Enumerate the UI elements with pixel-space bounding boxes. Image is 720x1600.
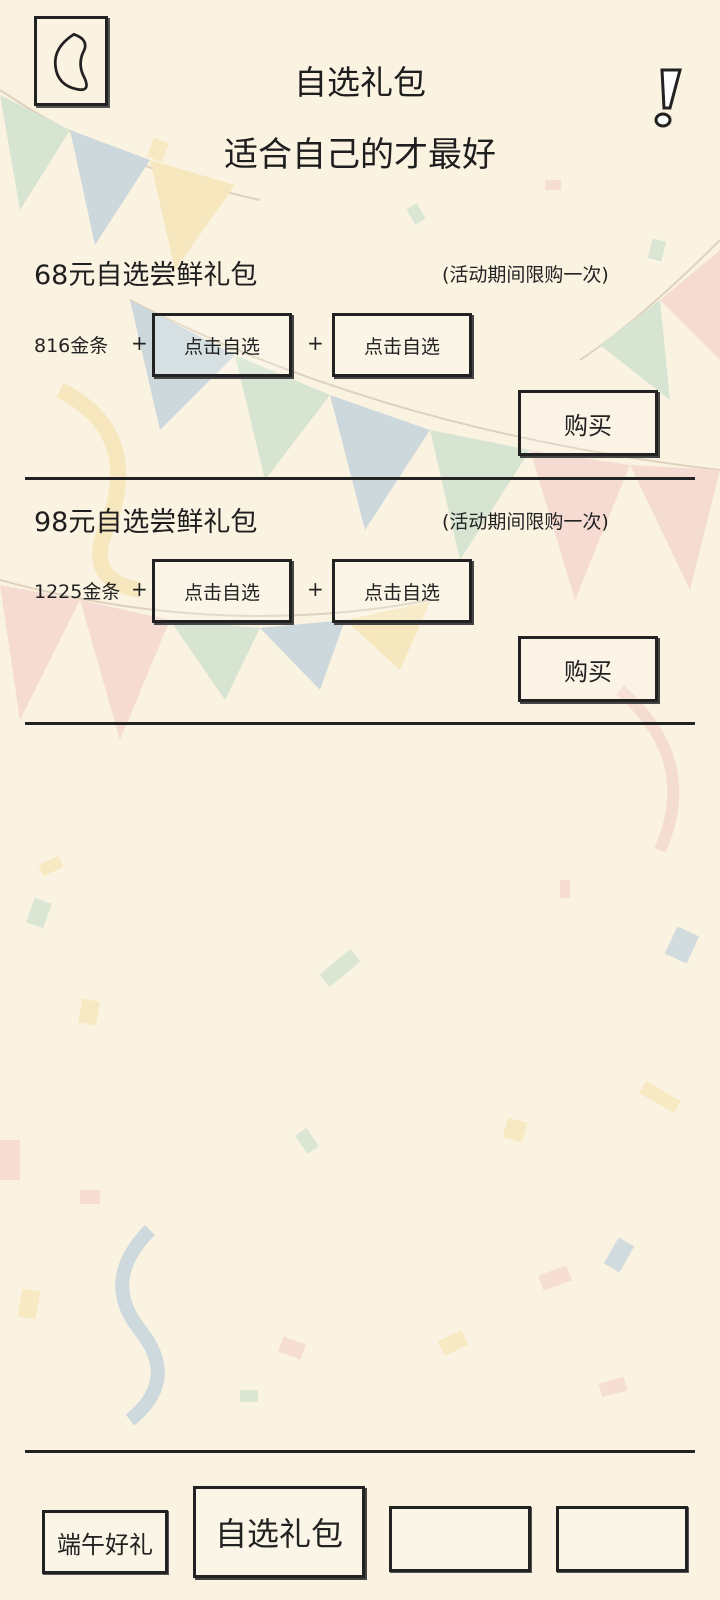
section-divider xyxy=(25,722,695,725)
exclamation-icon[interactable] xyxy=(648,64,688,136)
tab-empty-4[interactable] xyxy=(556,1506,688,1572)
section-divider xyxy=(25,477,695,480)
pick-slot-button[interactable]: 点击自选 xyxy=(332,559,472,623)
page-title: 自选礼包 xyxy=(294,63,426,102)
plus-sign: + xyxy=(131,577,148,601)
purchase-limit-note: (活动期间限购一次) xyxy=(442,264,609,286)
pack-title: 68元自选尝鲜礼包 xyxy=(34,260,258,291)
tab-empty-3[interactable] xyxy=(389,1506,531,1572)
tab-dragon-boat-gift[interactable]: 端午好礼 xyxy=(42,1510,168,1574)
pack-title: 98元自选尝鲜礼包 xyxy=(34,507,258,538)
plus-sign: + xyxy=(131,331,148,355)
gold-amount: 816金条 xyxy=(34,335,109,357)
purchase-limit-note: (活动期间限购一次) xyxy=(442,511,609,533)
party-bunting-background xyxy=(0,89,720,1426)
gold-amount: 1225金条 xyxy=(34,581,121,603)
tab-bar-divider xyxy=(25,1450,695,1453)
buy-button[interactable]: 购买 xyxy=(518,390,658,456)
pick-slot-button[interactable]: 点击自选 xyxy=(332,313,472,377)
buy-button[interactable]: 购买 xyxy=(518,636,658,702)
pick-slot-button[interactable]: 点击自选 xyxy=(152,313,292,377)
plus-sign: + xyxy=(307,577,324,601)
pick-slot-button[interactable]: 点击自选 xyxy=(152,559,292,623)
page-subtitle: 适合自己的才最好 xyxy=(224,135,496,175)
tab-custom-pack[interactable]: 自选礼包 xyxy=(193,1486,365,1578)
plus-sign: + xyxy=(307,331,324,355)
